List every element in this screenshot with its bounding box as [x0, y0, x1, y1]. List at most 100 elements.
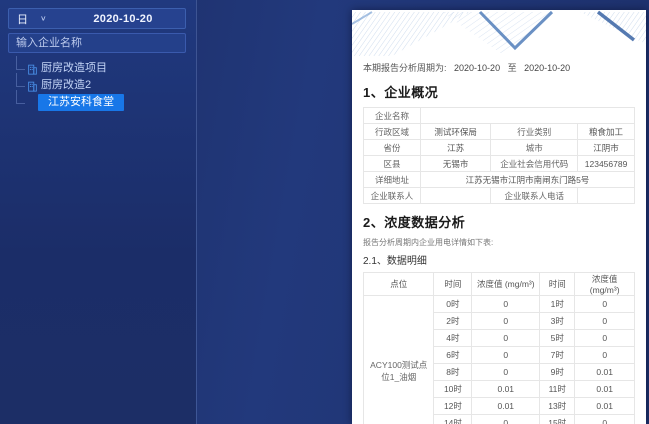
cell-time: 6时 [433, 346, 473, 364]
cell-label: 企业联系人 [363, 187, 421, 204]
table-row: 行政区域 测试环保局 行业类别 粮食加工 [363, 123, 635, 140]
tree-item-label: 厨房改造项目 [41, 62, 107, 74]
report-page: 本期报告分析周期为: 2020-10-20 至 2020-10-20 1、企业概… [352, 10, 646, 424]
table-row: 企业联系人 企业联系人电话 [363, 187, 635, 204]
report-period: 本期报告分析周期为: 2020-10-20 至 2020-10-20 [363, 61, 635, 74]
cell-value [577, 187, 635, 204]
building-icon [28, 64, 37, 75]
cell-time: 3时 [539, 312, 576, 330]
tree-item-label: 厨房改造2 [41, 79, 92, 91]
cell-value: 0 [574, 414, 635, 424]
cell-value: 0 [471, 363, 541, 381]
building-icon [28, 81, 37, 92]
cell-value: 0.01 [574, 363, 635, 381]
period-start-date: 2020-10-20 [454, 63, 501, 73]
cell-value: 0.01 [574, 397, 635, 415]
cell-time: 15时 [539, 414, 576, 424]
cell-value: 粮食加工 [577, 123, 635, 140]
cell-label: 企业联系人电话 [490, 187, 579, 204]
cell-time: 10时 [433, 380, 473, 398]
date-selector[interactable]: 日 ∨ 2020-10-20 [8, 8, 186, 29]
cell-point-label: ACY100测试点位1_油烟 [362, 295, 435, 424]
report-header-graphic [352, 10, 646, 56]
section2-title: 2、浓度数据分析 [363, 215, 466, 230]
company-tree: 厨房改造项目 厨房改造2 江苏安科食堂 [0, 56, 196, 111]
company-search [8, 33, 186, 53]
tree-item-project-1[interactable]: 厨房改造项目 [0, 56, 196, 77]
col-header-point: 点位 [362, 272, 435, 296]
col-header-concentration-1: 浓度值 (mg/m³) [471, 272, 541, 296]
cell-value: 江苏 [419, 139, 492, 156]
cell-value: 无锡市 [419, 155, 492, 172]
table-row: ACY100测试点位1_油烟 0时 0 1时 0 [362, 295, 635, 424]
tree-connector [16, 90, 17, 103]
table-row: 省份 江苏 城市 江阴市 [363, 139, 635, 156]
tree-connector [16, 103, 25, 104]
cell-label: 行政区域 [363, 123, 421, 140]
cell-value: 江阴市 [577, 139, 635, 156]
cell-value: 123456789 [577, 155, 635, 172]
table-row: 详细地址 江苏无锡市江阴市南闸东门路5号 [363, 171, 636, 188]
cell-label: 省份 [363, 139, 421, 156]
cell-time: 13时 [539, 397, 576, 415]
table-row: 企业名称 [363, 107, 636, 124]
cell-time: 5时 [539, 329, 576, 347]
section21-title: 2.1、数据明细 [363, 256, 427, 267]
section2-note: 报告分析周期内企业用电详情如下表: [363, 238, 494, 247]
sidebar: 日 ∨ 2020-10-20 厨房改造项目 [0, 0, 196, 424]
cell-value: 0 [574, 329, 635, 347]
table-row: 区县 无锡市 企业社会信用代码 123456789 [363, 155, 635, 172]
tree-item-project-2[interactable]: 厨房改造2 [0, 73, 196, 94]
cell-value: 0 [574, 295, 635, 313]
cell-value: 0 [574, 346, 635, 364]
tree-item-selected-company[interactable]: 江苏安科食堂 [0, 90, 196, 111]
cell-label: 企业社会信用代码 [490, 155, 579, 172]
date-type-select[interactable]: 日 ∨ [9, 11, 61, 27]
cell-time: 7时 [539, 346, 576, 364]
period-to: 至 [507, 63, 517, 73]
cell-value [419, 107, 636, 124]
tree-item-label-selected[interactable]: 江苏安科食堂 [38, 94, 124, 111]
report-content: 本期报告分析周期为: 2020-10-20 至 2020-10-20 1、企业概… [352, 56, 646, 424]
cell-value: 0 [471, 312, 541, 330]
cell-label: 城市 [490, 139, 579, 156]
tree-connector [16, 86, 25, 87]
col-header-time-1: 时间 [433, 272, 473, 296]
col-header-time-2: 时间 [539, 272, 576, 296]
cell-value: 0.01 [574, 380, 635, 398]
chevron-down-icon: ∨ [40, 14, 47, 23]
cell-time: 9时 [539, 363, 576, 381]
cell-value: 0 [471, 414, 541, 424]
section1-title: 1、企业概况 [363, 85, 439, 100]
cell-label: 详细地址 [363, 171, 421, 188]
cell-value: 测试环保局 [419, 123, 492, 140]
cell-value: 0 [471, 346, 541, 364]
period-prefix: 本期报告分析周期为: [363, 63, 447, 73]
concentration-detail-table: 点位 时间 浓度值 (mg/m³) 时间 浓度值 (mg/m³) ACY100测… [362, 272, 635, 424]
cell-value: 0.01 [471, 397, 541, 415]
cell-label: 企业名称 [363, 107, 421, 124]
cell-time: 4时 [433, 329, 473, 347]
table-header-row: 点位 时间 浓度值 (mg/m³) 时间 浓度值 (mg/m³) [362, 272, 635, 296]
period-end-date: 2020-10-20 [524, 63, 571, 73]
cell-time: 1时 [539, 295, 576, 313]
panel-divider [196, 0, 197, 424]
cell-value: 江苏无锡市江阴市南闸东门路5号 [419, 171, 636, 188]
cell-value: 0 [471, 329, 541, 347]
date-value[interactable]: 2020-10-20 [61, 13, 185, 25]
cell-time: 2时 [433, 312, 473, 330]
cell-time: 8时 [433, 363, 473, 381]
col-header-concentration-2: 浓度值 (mg/m³) [574, 272, 635, 296]
tree-connector [16, 73, 17, 86]
cell-label: 区县 [363, 155, 421, 172]
cell-value: 0.01 [471, 380, 541, 398]
date-type-label: 日 [17, 13, 28, 26]
cell-time: 0时 [433, 295, 473, 313]
cell-value: 0 [471, 295, 541, 313]
cell-label: 行业类别 [490, 123, 579, 140]
company-overview-table: 企业名称 行政区域 测试环保局 行业类别 粮食加工 省份 江苏 城市 江阴市 区… [363, 107, 636, 204]
search-input[interactable] [8, 33, 186, 53]
tree-connector [16, 69, 25, 70]
cell-time: 12时 [433, 397, 473, 415]
tree-connector [16, 56, 17, 69]
